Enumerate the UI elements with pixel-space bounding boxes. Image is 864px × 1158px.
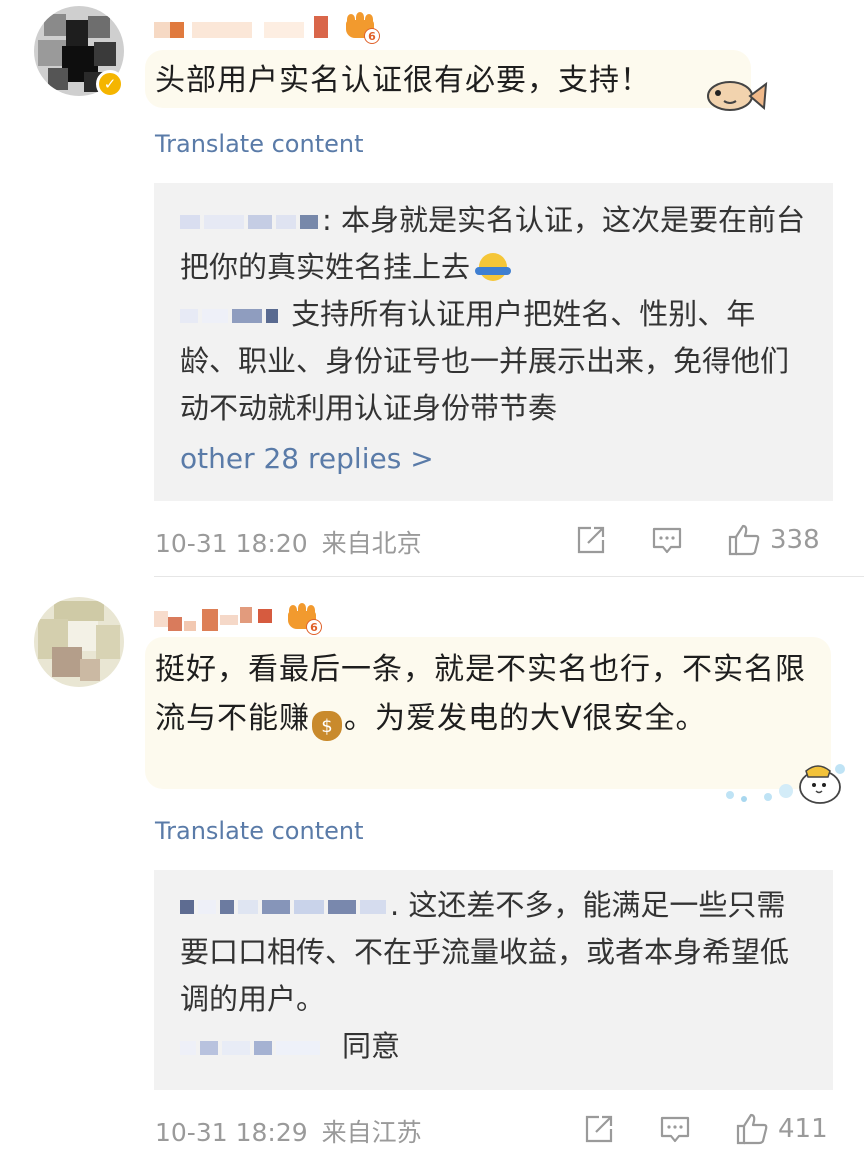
like-button[interactable]: 411 (734, 1109, 828, 1149)
comment-location: 来自北京 (321, 529, 422, 558)
bubble-sticker-icon (722, 757, 852, 807)
reply-username-blurred[interactable] (180, 882, 390, 929)
reply-button[interactable] (650, 520, 684, 560)
comment-actions: 338 (574, 520, 834, 560)
translate-link[interactable]: Translate content (155, 130, 364, 158)
like-button[interactable]: 338 (726, 520, 820, 560)
comment-icon (660, 1116, 690, 1143)
replies-box[interactable]: . 这还差不多，能满足一些只需要口口相传、不在乎流量收益，或者本身希望低调的用户… (154, 870, 833, 1090)
comment-item: ✓ 6 头部用户实名认证很有必要，支持！ Translate content :… (0, 0, 864, 575)
reply-button[interactable] (658, 1109, 692, 1149)
reply-username-blurred[interactable] (180, 291, 282, 338)
reply-text: 同意 (342, 1029, 401, 1063)
like-icon (736, 1113, 768, 1145)
comment-location: 来自江苏 (321, 1118, 422, 1147)
reply-username-blurred[interactable] (180, 1023, 324, 1070)
share-button[interactable] (582, 1109, 616, 1149)
translate-link[interactable]: Translate content (155, 817, 364, 845)
comment-meta: 10-31 18:20 来自北京 (155, 524, 422, 560)
replies-box[interactable]: : 本身就是实名认证，这次是要在前台把你的真实姓名挂上去 支持所有认证用户把姓名… (154, 183, 833, 501)
crown-level-number: 6 (306, 619, 322, 635)
reply-username-blurred[interactable] (180, 197, 322, 244)
comment-icon (652, 527, 682, 554)
comment-body: 头部用户实名认证很有必要，支持！ (145, 50, 751, 108)
crown-level-icon: 6 (286, 603, 322, 635)
more-replies-link[interactable]: other 28 replies > (180, 436, 807, 482)
share-button[interactable] (574, 520, 608, 560)
like-count: 411 (778, 1114, 828, 1144)
like-count: 338 (770, 525, 820, 555)
share-icon (577, 526, 605, 554)
reply-item[interactable]: 同意 (180, 1023, 807, 1070)
crown-level-number: 6 (364, 28, 380, 44)
comment-meta: 10-31 18:29 来自江苏 (155, 1113, 422, 1149)
verified-badge-icon: ✓ (96, 70, 124, 98)
money-bag-emoji-icon: $ (312, 711, 342, 741)
comment-text-end: 。为爱发电的大V很安全。 (344, 701, 707, 736)
like-icon (728, 524, 760, 556)
share-icon (585, 1115, 613, 1143)
comment-actions: 411 (582, 1109, 842, 1149)
username-blurred[interactable] (154, 603, 394, 633)
comment-time: 10-31 18:20 (155, 529, 308, 558)
reply-item[interactable]: : 本身就是实名认证，这次是要在前台把你的真实姓名挂上去 (180, 197, 807, 291)
crown-level-icon: 6 (344, 12, 380, 44)
comment-text: 头部用户实名认证很有必要，支持！ (155, 63, 651, 98)
fish-sticker-icon (704, 74, 768, 118)
reply-item[interactable]: . 这还差不多，能满足一些只需要口口相传、不在乎流量收益，或者本身希望低调的用户… (180, 882, 807, 1023)
avatar[interactable] (34, 597, 124, 687)
hug-emoji-icon (475, 253, 512, 281)
comment-item: 6 挺好，看最后一条，就是不实名也行，不实名限流与不能赚 $ 。为爱发电的大V很安全… (0, 577, 864, 1158)
comment-time: 10-31 18:29 (155, 1118, 308, 1147)
reply-item[interactable]: 支持所有认证用户把姓名、性别、年龄、职业、身份证号也一并展示出来，免得他们动不动… (180, 291, 807, 432)
